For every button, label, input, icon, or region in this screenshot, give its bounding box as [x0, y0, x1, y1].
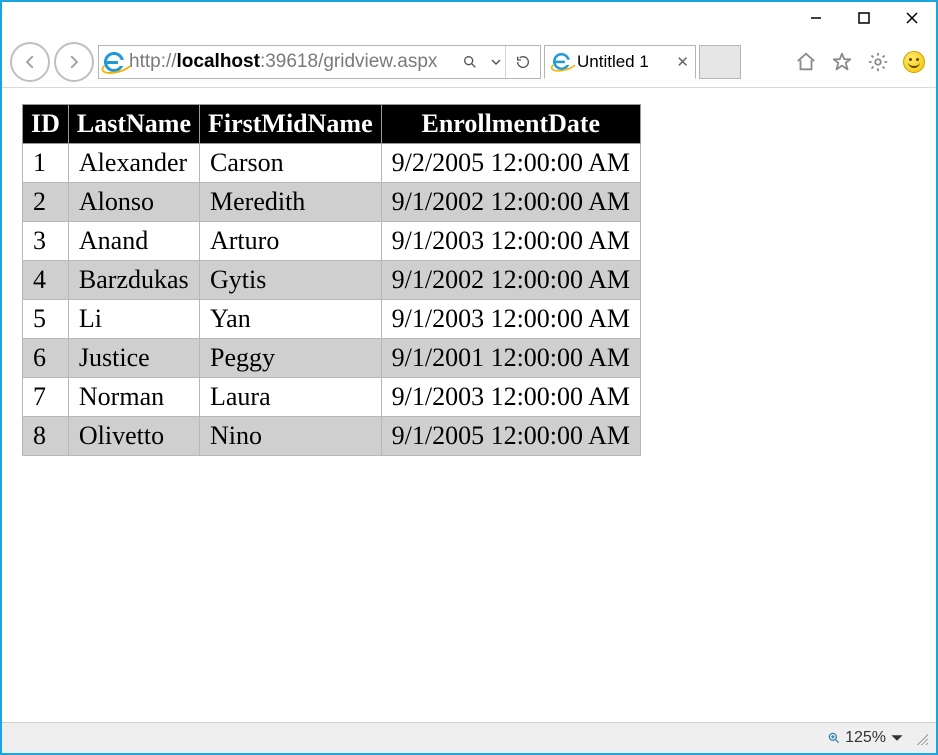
forward-button[interactable] — [54, 42, 94, 82]
zoom-control[interactable]: 125% — [827, 729, 904, 747]
maximize-button[interactable] — [840, 2, 888, 34]
back-button[interactable] — [10, 42, 50, 82]
browser-tab[interactable]: Untitled 1 ✕ — [544, 45, 696, 79]
cell-date: 9/1/2003 12:00:00 AM — [381, 222, 640, 261]
table-row: 4BarzdukasGytis9/1/2002 12:00:00 AM — [23, 261, 641, 300]
cell-date: 9/1/2002 12:00:00 AM — [381, 183, 640, 222]
cell-last: Barzdukas — [68, 261, 199, 300]
cell-date: 9/2/2005 12:00:00 AM — [381, 144, 640, 183]
cell-last: Anand — [68, 222, 199, 261]
cell-id: 1 — [23, 144, 69, 183]
table-row: 5LiYan9/1/2003 12:00:00 AM — [23, 300, 641, 339]
col-lastname: LastName — [68, 105, 199, 144]
table-row: 7NormanLaura9/1/2003 12:00:00 AM — [23, 378, 641, 417]
search-dropdown-icon[interactable] — [487, 46, 505, 78]
cell-first: Arturo — [200, 222, 382, 261]
ie-icon — [553, 53, 571, 71]
table-row: 3AnandArturo9/1/2003 12:00:00 AM — [23, 222, 641, 261]
cell-id: 8 — [23, 417, 69, 456]
tab-title: Untitled 1 — [577, 52, 649, 72]
table-row: 6JusticePeggy9/1/2001 12:00:00 AM — [23, 339, 641, 378]
cell-id: 4 — [23, 261, 69, 300]
resize-grip[interactable] — [914, 731, 928, 745]
new-tab-button[interactable] — [699, 45, 741, 79]
cell-id: 2 — [23, 183, 69, 222]
cell-first: Carson — [200, 144, 382, 183]
cell-date: 9/1/2001 12:00:00 AM — [381, 339, 640, 378]
cell-first: Yan — [200, 300, 382, 339]
cell-id: 3 — [23, 222, 69, 261]
cell-first: Meredith — [200, 183, 382, 222]
browser-toolbar: http://localhost:39618/gridview.aspx Unt… — [2, 40, 936, 88]
cell-last: Li — [68, 300, 199, 339]
table-row: 8OlivettoNino9/1/2005 12:00:00 AM — [23, 417, 641, 456]
gridview-table: ID LastName FirstMidName EnrollmentDate … — [22, 104, 641, 456]
refresh-icon[interactable] — [505, 46, 540, 78]
cell-first: Gytis — [200, 261, 382, 300]
status-bar: 125% — [2, 722, 936, 753]
address-bar-tools — [453, 46, 540, 78]
zoom-value: 125% — [845, 729, 886, 747]
settings-icon[interactable] — [862, 46, 894, 78]
cell-last: Alexander — [68, 144, 199, 183]
cell-first: Laura — [200, 378, 382, 417]
cell-first: Nino — [200, 417, 382, 456]
cell-date: 9/1/2003 12:00:00 AM — [381, 300, 640, 339]
col-id: ID — [23, 105, 69, 144]
home-icon[interactable] — [790, 46, 822, 78]
feedback-icon[interactable] — [898, 46, 930, 78]
favorites-icon[interactable] — [826, 46, 858, 78]
table-header-row: ID LastName FirstMidName EnrollmentDate — [23, 105, 641, 144]
close-button[interactable] — [888, 2, 936, 34]
page-content: ID LastName FirstMidName EnrollmentDate … — [2, 88, 936, 722]
col-enrollmentdate: EnrollmentDate — [381, 105, 640, 144]
cell-id: 6 — [23, 339, 69, 378]
address-bar-text[interactable]: http://localhost:39618/gridview.aspx — [129, 51, 453, 73]
cell-last: Olivetto — [68, 417, 199, 456]
cell-first: Peggy — [200, 339, 382, 378]
zoom-icon — [827, 731, 841, 745]
col-firstmidname: FirstMidName — [200, 105, 382, 144]
cell-date: 9/1/2003 12:00:00 AM — [381, 378, 640, 417]
table-row: 2AlonsoMeredith9/1/2002 12:00:00 AM — [23, 183, 641, 222]
cell-id: 7 — [23, 378, 69, 417]
cell-last: Justice — [68, 339, 199, 378]
table-row: 1AlexanderCarson9/2/2005 12:00:00 AM — [23, 144, 641, 183]
ie-icon — [99, 52, 129, 72]
address-bar[interactable]: http://localhost:39618/gridview.aspx — [98, 45, 541, 79]
cell-last: Alonso — [68, 183, 199, 222]
cell-date: 9/1/2002 12:00:00 AM — [381, 261, 640, 300]
tab-close-icon[interactable]: ✕ — [676, 53, 689, 71]
minimize-button[interactable] — [792, 2, 840, 34]
chevron-down-icon[interactable] — [890, 731, 904, 745]
ie-window: http://localhost:39618/gridview.aspx Unt… — [0, 0, 938, 755]
window-titlebar — [2, 2, 936, 40]
cell-last: Norman — [68, 378, 199, 417]
cell-date: 9/1/2005 12:00:00 AM — [381, 417, 640, 456]
cell-id: 5 — [23, 300, 69, 339]
search-icon[interactable] — [453, 46, 487, 78]
